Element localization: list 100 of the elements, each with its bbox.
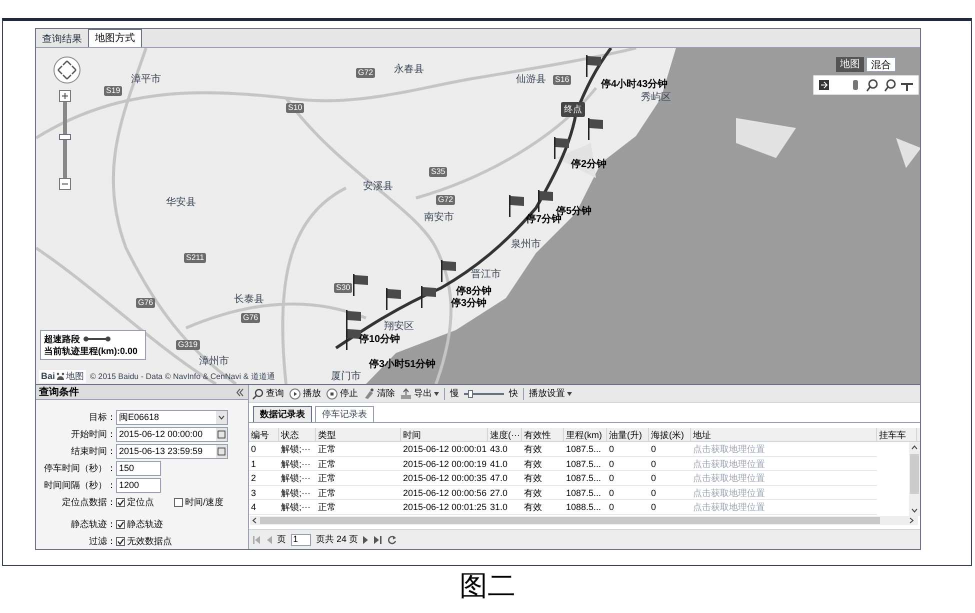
collapse-icon[interactable] (235, 388, 245, 396)
table-cell-text: 有效 (523, 501, 543, 514)
place-label: 漳州市 (199, 357, 229, 367)
date-field[interactable]: 2015-06-13 23:59:59 (116, 444, 228, 459)
column-header[interactable]: 里程(km) (564, 428, 607, 441)
road-sign: S211 (184, 253, 206, 263)
input-field[interactable]: 150 (116, 461, 161, 476)
checkbox-box[interactable] (116, 537, 125, 546)
stop-label: 停10分钟 (359, 335, 400, 345)
record-tab[interactable]: 数据记录表 (253, 406, 312, 422)
date-field[interactable]: 2015-06-12 00:00:00 (116, 427, 228, 442)
flag-icon (353, 274, 369, 296)
table-cell-text: 47.0 (489, 472, 509, 485)
logo-text: 地图 (66, 370, 84, 383)
table-cell-text: 31.0 (489, 501, 509, 514)
table-cell-text: 有效 (523, 458, 543, 470)
map-type-button[interactable]: 混合 (866, 57, 896, 72)
column-header[interactable]: 速度(··· (488, 428, 522, 441)
record-tab[interactable]: 停车记录表 (315, 406, 374, 422)
next-page-icon[interactable] (363, 536, 370, 544)
table-cell-text: 0 (608, 443, 616, 456)
zoom-in-button[interactable] (59, 90, 71, 102)
result-tab[interactable]: 地图方式 (88, 29, 142, 47)
road-sign: G76 (241, 313, 260, 323)
figure-caption: 图二 (460, 569, 516, 603)
end-marker: 终点 (561, 102, 585, 117)
column-header[interactable]: 有效性 (522, 428, 564, 441)
place-label: 长泰县 (234, 295, 264, 305)
checkbox-box[interactable] (116, 520, 125, 529)
zoom-slider[interactable] (59, 102, 71, 178)
table-cell-text: 2015-06-12 00:00:56 (402, 486, 488, 500)
toolbar-button[interactable]: 查询 (252, 386, 284, 400)
vertical-scrollbar[interactable] (909, 442, 920, 516)
column-header[interactable]: 类型 (316, 428, 401, 441)
table-cell-text: 有效 (523, 472, 543, 485)
field-label: 目标： (88, 410, 116, 424)
playback-settings-button[interactable]: 播放设置 (529, 386, 572, 400)
place-label: 厦门市 (331, 372, 361, 382)
column-header[interactable]: 挂车车 (877, 428, 917, 441)
checkbox[interactable]: 静态轨迹 (116, 518, 163, 532)
input-field[interactable]: 1200 (116, 478, 161, 493)
flag-icon (421, 286, 437, 308)
horizontal-scrollbar[interactable] (250, 516, 918, 525)
table-cell-text: 1087.5... (565, 458, 602, 470)
dropdown-icon[interactable] (216, 411, 227, 424)
table-cell-text: 正常 (317, 501, 337, 514)
checkbox-box[interactable] (116, 498, 125, 507)
page-input[interactable]: 1 (291, 534, 311, 546)
table-cell-text: 3 (250, 486, 258, 500)
table-cell-text: 解锁;··· (280, 472, 312, 485)
stop-label: 停2分钟 (571, 160, 607, 170)
road-sign: S19 (104, 86, 122, 96)
result-tab[interactable]: 查询结果 (36, 31, 88, 47)
toolbar-button[interactable]: 清除 (363, 386, 395, 400)
search-icon (252, 388, 264, 400)
toolbar-button[interactable]: 播放 (289, 386, 321, 400)
zoom-out-button[interactable] (59, 178, 71, 190)
table-cell-text: 有效 (523, 443, 543, 456)
table-cell-text: 0 (608, 458, 616, 470)
table-cell-text: 0 (650, 443, 658, 456)
copyright-text: © 2015 Baidu - Data © NavInfo & CenNavi & 道道通 (90, 370, 275, 382)
road-sign: S30 (334, 283, 352, 293)
select-field[interactable]: 闽E06618 (116, 410, 228, 425)
pan-control-icon[interactable] (53, 56, 81, 84)
speed-label: 慢 (450, 386, 459, 400)
flag-icon (554, 137, 570, 159)
stop-icon (326, 388, 338, 400)
mileage-text: 当前轨迹里程(km):0.00 (44, 345, 139, 357)
road-sign: G76 (136, 298, 156, 308)
checkbox[interactable]: 定位点 (116, 496, 154, 510)
column-header[interactable]: 状态 (279, 428, 316, 441)
overspeed-line-icon (83, 336, 111, 342)
option-label: 过滤： (88, 534, 116, 548)
map-type-button[interactable]: 地图 (836, 57, 864, 72)
column-header[interactable]: 时间 (401, 428, 488, 441)
column-header[interactable]: 海拔(米) (649, 428, 691, 441)
checkbox[interactable]: 时间/速度 (174, 496, 224, 510)
column-header[interactable]: 油量(升) (607, 428, 649, 441)
checkbox-box[interactable] (174, 498, 183, 507)
table-cell-text: 2015-06-12 00:00:35 (402, 472, 488, 485)
calendar-icon[interactable] (216, 445, 227, 458)
place-label: 华安县 (166, 198, 196, 208)
panel-title: 查询条件 (39, 386, 79, 400)
column-header[interactable]: 地址 (691, 428, 877, 441)
road-sign: S16 (553, 75, 572, 85)
toolbar-button[interactable]: 停止 (326, 386, 358, 400)
calendar-icon[interactable] (216, 428, 227, 441)
table-cell-text: 1 (250, 458, 258, 470)
toolbar-button[interactable]: 导出 (400, 386, 439, 400)
refresh-icon[interactable] (387, 534, 398, 544)
column-header[interactable]: 编号 (249, 428, 279, 441)
map-tool-icons[interactable] (813, 75, 919, 95)
flag-icon (538, 190, 554, 212)
last-page-icon[interactable] (374, 536, 382, 544)
road-sign: S35 (429, 167, 448, 177)
place-label: 漳平市 (131, 75, 161, 85)
speed-slider[interactable] (464, 390, 504, 398)
slider-thumb[interactable] (468, 390, 472, 398)
pager-label: 页共 24 页 (316, 532, 358, 546)
checkbox[interactable]: 无效数据点 (116, 534, 172, 548)
